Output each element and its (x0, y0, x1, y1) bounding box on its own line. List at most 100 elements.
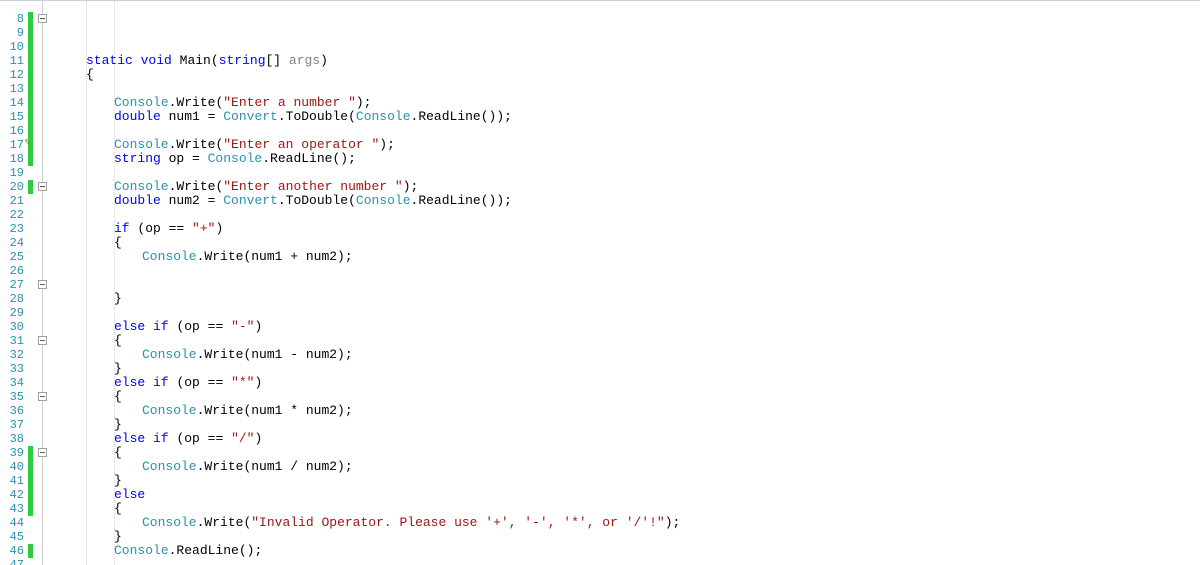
token-punc: [] (266, 53, 289, 68)
code-line[interactable]: double num2 = Convert.ToDouble(Console.R… (58, 194, 1200, 208)
line-number: 19 (0, 166, 24, 180)
token-str: "+" (192, 221, 215, 236)
code-line[interactable]: Console.Write("Enter a number "); (58, 96, 1200, 110)
code-line[interactable]: { (58, 236, 1200, 250)
token-type: Console (356, 109, 411, 124)
token-id (145, 431, 153, 446)
code-line[interactable]: Console.ReadLine(); (58, 544, 1200, 558)
codelens-references[interactable]: 0 references (86, 0, 151, 1)
code-area[interactable]: 0 references static void Main(string[] a… (54, 1, 1200, 565)
token-id: (op == (130, 221, 192, 236)
line-number: 39 (0, 446, 24, 460)
token-id: (op == (169, 375, 231, 390)
code-line[interactable]: Console.Write(num1 * num2); (58, 404, 1200, 418)
code-line[interactable]: Console.Write(num1 - num2); (58, 348, 1200, 362)
code-line[interactable]: { (58, 68, 1200, 82)
token-punc: ) (215, 221, 223, 236)
token-str: "Enter an operator " (223, 137, 379, 152)
fold-toggle-icon[interactable] (38, 392, 47, 401)
token-id: Write (204, 403, 243, 418)
token-id: ToDouble (286, 109, 348, 124)
fold-toggle-icon[interactable] (38, 182, 47, 191)
code-line[interactable]: Console.Write("Enter another number "); (58, 180, 1200, 194)
outline-fold-bar[interactable] (34, 1, 54, 565)
token-kw: static (86, 53, 133, 68)
line-number: 11 (0, 54, 24, 68)
line-number: 18 (0, 152, 24, 166)
code-line[interactable]: { (58, 446, 1200, 460)
line-number: 31 (0, 334, 24, 348)
token-punc: ) (320, 53, 328, 68)
code-line[interactable]: } (58, 530, 1200, 544)
token-param: args (289, 53, 320, 68)
token-kw: string (219, 53, 266, 68)
code-line[interactable]: } (58, 474, 1200, 488)
code-line[interactable]: } (58, 362, 1200, 376)
change-bar-segment (28, 544, 33, 558)
code-line[interactable]: else if (op == "/") (58, 432, 1200, 446)
code-line[interactable] (58, 264, 1200, 278)
token-punc: } (114, 529, 122, 544)
line-number: 37 (0, 418, 24, 432)
code-line[interactable]: string op = Console.ReadLine(); (58, 152, 1200, 166)
token-type: Convert (223, 193, 278, 208)
token-punc: (num1 + num2); (243, 249, 352, 264)
line-number: 20 (0, 180, 24, 194)
code-line[interactable]: if (op == "+") (58, 222, 1200, 236)
code-line[interactable]: Console.Write("Enter an operator "); (58, 138, 1200, 152)
line-number: 38 (0, 432, 24, 446)
token-punc: ( (348, 109, 356, 124)
token-punc: } (114, 417, 122, 432)
code-line[interactable] (58, 124, 1200, 138)
token-type: Console (114, 543, 169, 558)
token-id (172, 53, 180, 68)
code-line[interactable]: double num1 = Convert.ToDouble(Console.R… (58, 110, 1200, 124)
token-punc: { (114, 445, 122, 460)
code-line[interactable]: else if (op == "-") (58, 320, 1200, 334)
code-line[interactable]: static void Main(string[] args) (58, 54, 1200, 68)
token-id: ReadLine (418, 193, 480, 208)
code-line[interactable]: else if (op == "*") (58, 376, 1200, 390)
token-kw: if (153, 319, 169, 334)
code-line[interactable]: { (58, 502, 1200, 516)
indent-guide (114, 1, 115, 565)
fold-toggle-icon[interactable] (38, 280, 47, 289)
code-line[interactable]: { (58, 334, 1200, 348)
line-number: 41 (0, 474, 24, 488)
code-line[interactable]: { (58, 390, 1200, 404)
line-number: 32 (0, 348, 24, 362)
token-id (133, 53, 141, 68)
token-punc: ()); (481, 109, 512, 124)
fold-toggle-icon[interactable] (38, 448, 47, 457)
code-line[interactable] (58, 166, 1200, 180)
token-kw: if (153, 375, 169, 390)
code-line[interactable] (58, 82, 1200, 96)
token-id: num1 = (161, 109, 223, 124)
token-id: op = (161, 151, 208, 166)
token-str: "Invalid Operator. Please use '+', '-', … (251, 515, 664, 530)
token-type: Console (114, 179, 169, 194)
code-line[interactable] (58, 278, 1200, 292)
code-line[interactable]: } (58, 292, 1200, 306)
code-line[interactable]: Console.Write(num1 / num2); (58, 460, 1200, 474)
line-number: 25 (0, 250, 24, 264)
token-punc: (num1 * num2); (243, 403, 352, 418)
code-editor[interactable]: 8910111213141516171819202122232425262728… (0, 0, 1200, 565)
token-punc: ) (254, 431, 262, 446)
line-number: 22 (0, 208, 24, 222)
code-line[interactable] (58, 208, 1200, 222)
token-punc: ( (211, 53, 219, 68)
code-line[interactable]: } (58, 418, 1200, 432)
fold-toggle-icon[interactable] (38, 14, 47, 23)
code-line[interactable]: Console.Write("Invalid Operator. Please … (58, 516, 1200, 530)
code-line[interactable]: Console.Write(num1 + num2); (58, 250, 1200, 264)
code-line[interactable] (58, 306, 1200, 320)
code-line[interactable]: else (58, 488, 1200, 502)
line-number: 28 (0, 292, 24, 306)
token-punc: { (114, 235, 122, 250)
code-lines[interactable]: static void Main(string[] args){Console.… (58, 43, 1200, 565)
token-type: Console (142, 347, 197, 362)
token-punc: { (114, 501, 122, 516)
fold-toggle-icon[interactable] (38, 336, 47, 345)
token-punc: } (114, 361, 122, 376)
